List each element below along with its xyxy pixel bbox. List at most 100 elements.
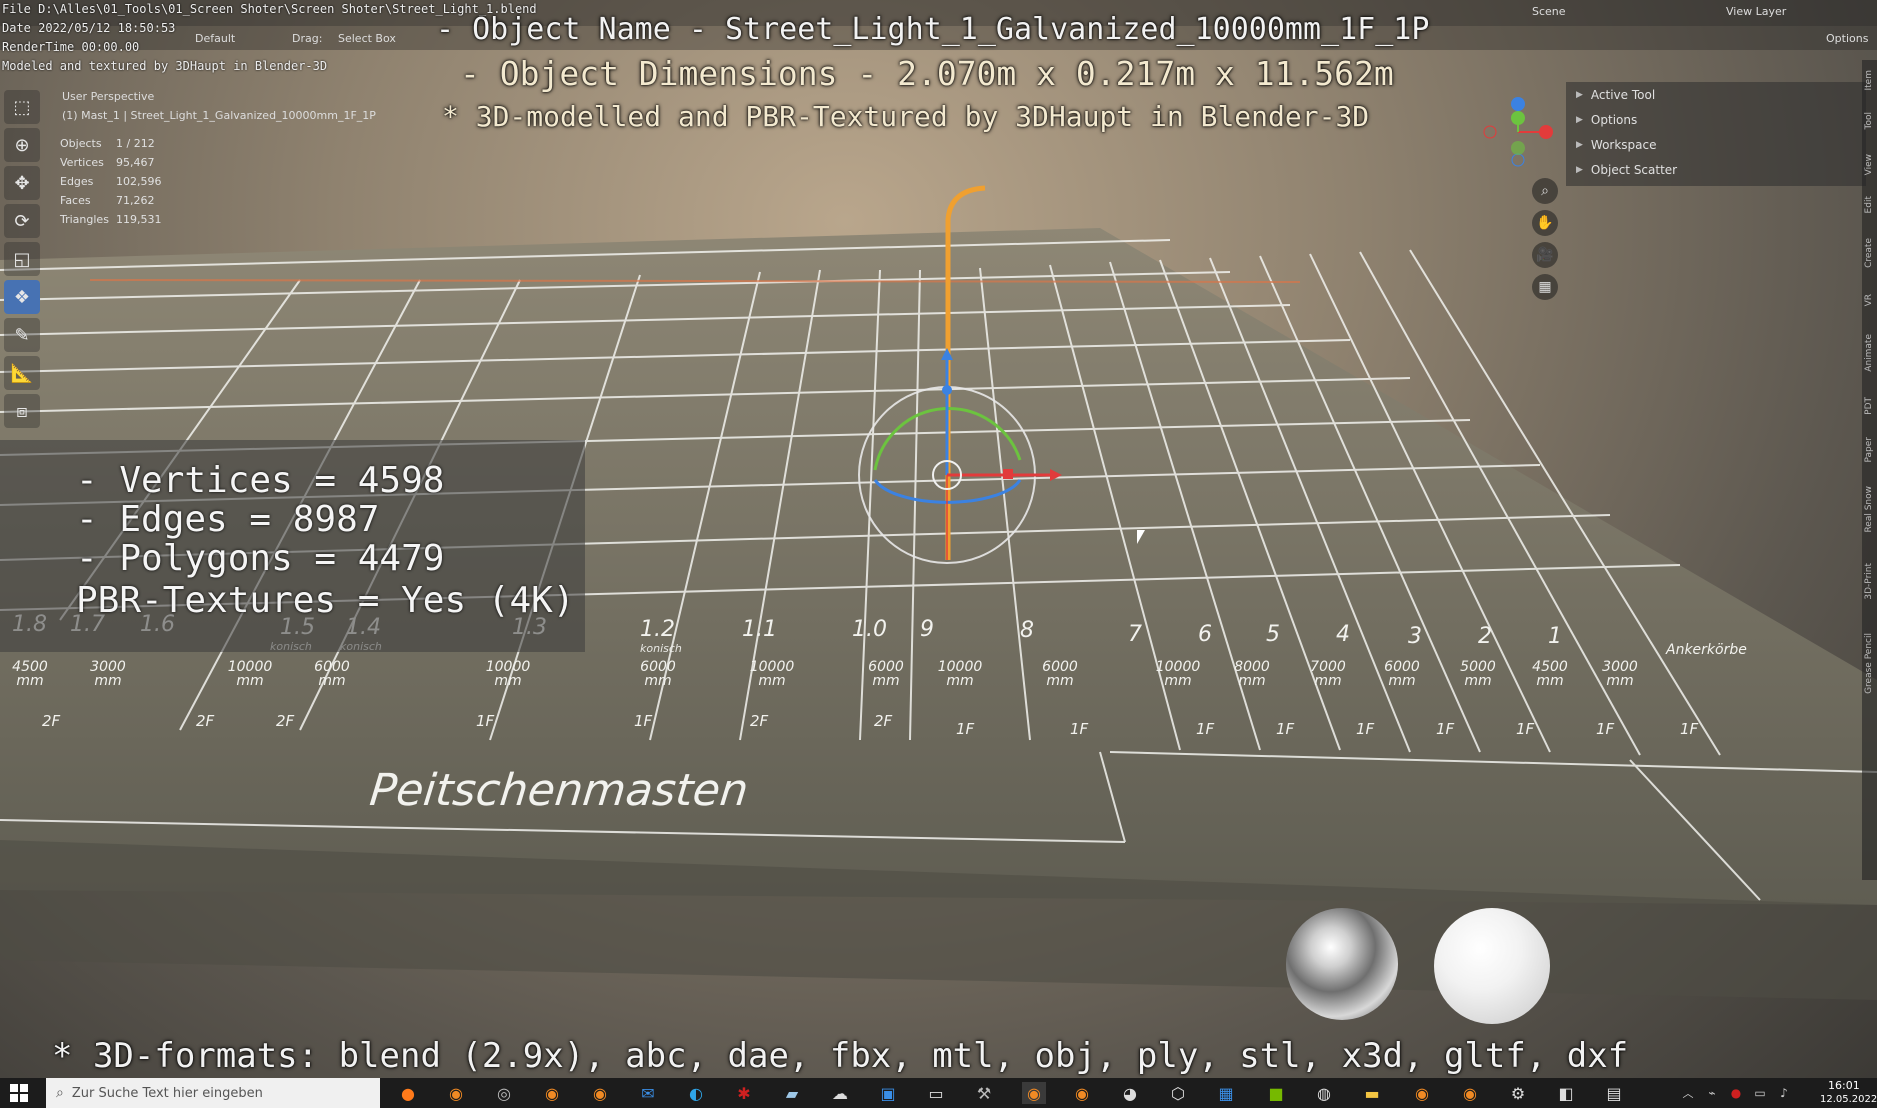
blender-icon[interactable]: ◉ bbox=[444, 1082, 468, 1104]
render-credit: Modeled and textured by 3DHaupt in Blend… bbox=[2, 59, 328, 73]
scene-selector[interactable]: Scene bbox=[1532, 5, 1566, 18]
floor-length-label: 10000 mm bbox=[227, 659, 273, 689]
floor-storey-label: 2F bbox=[42, 712, 61, 730]
folder-icon[interactable]: ▬ bbox=[1360, 1082, 1384, 1104]
tray-network-icon[interactable]: ⌁ bbox=[1700, 1082, 1724, 1104]
app-icon[interactable]: ◧ bbox=[1554, 1082, 1578, 1104]
floor-storey-label: 1F bbox=[1356, 720, 1375, 738]
app-icon[interactable]: ☁ bbox=[828, 1082, 852, 1104]
blender-icon[interactable]: ◉ bbox=[1022, 1082, 1046, 1104]
floor-length-label: 10000 mm bbox=[485, 659, 531, 689]
sidebar-tab[interactable]: Item bbox=[1864, 70, 1874, 91]
navigation-axis-gizmo[interactable] bbox=[1478, 92, 1554, 172]
app-red-icon[interactable]: ✱ bbox=[732, 1082, 756, 1104]
app-icon[interactable]: ◍ bbox=[1312, 1082, 1336, 1104]
sidebar-tab[interactable]: Tool bbox=[1864, 112, 1874, 129]
add-cube-icon[interactable]: ⧈ bbox=[4, 394, 40, 428]
measure-icon[interactable]: 📐 bbox=[4, 356, 40, 390]
blender-icon[interactable]: ◉ bbox=[1070, 1082, 1094, 1104]
sidebar-tab[interactable]: View bbox=[1864, 154, 1874, 175]
tray-chevron-icon[interactable]: ︿ bbox=[1676, 1082, 1700, 1104]
floor-konisch-label: konisch bbox=[640, 642, 682, 655]
view-layer-selector[interactable]: View Layer bbox=[1726, 5, 1786, 18]
stat-row: Triangles 119,531 bbox=[60, 213, 162, 226]
camera-icon[interactable]: 🎥 bbox=[1532, 242, 1558, 268]
sidebar-tab[interactable]: PDT bbox=[1864, 397, 1874, 415]
sidebar-tab[interactable]: Animate bbox=[1864, 334, 1874, 372]
edge-icon[interactable]: ◐ bbox=[684, 1082, 708, 1104]
panel-active-tool[interactable]: ▶ Active Tool bbox=[1566, 82, 1866, 107]
annotate-icon[interactable]: ✎ bbox=[4, 318, 40, 352]
matcap-sphere-chrome bbox=[1286, 908, 1398, 1020]
transform-orientation-dropdown[interactable]: Default bbox=[195, 32, 235, 45]
sidebar-tab[interactable]: VR bbox=[1864, 294, 1874, 306]
floor-length-label: 3000 mm bbox=[1602, 659, 1638, 689]
toolbar: ⬚ ⊕ ✥ ⟳ ◱ ❖ ✎ 📐 ⧈ bbox=[4, 90, 44, 432]
blender-icon[interactable]: ◉ bbox=[588, 1082, 612, 1104]
firefox-icon[interactable]: ● bbox=[396, 1082, 420, 1104]
app-icon[interactable]: ◎ bbox=[492, 1082, 516, 1104]
tray-app-icon[interactable]: ● bbox=[1724, 1082, 1748, 1104]
tool-icon[interactable]: ⚒ bbox=[972, 1082, 996, 1104]
sidebar-tab[interactable]: 3D-Print bbox=[1864, 563, 1874, 600]
taskbar-date[interactable]: 12.05.2022 bbox=[1820, 1094, 1877, 1105]
nvidia-icon[interactable]: ■ bbox=[1264, 1082, 1288, 1104]
overlay-credit: * 3D-modelled and PBR-Textured by 3DHaup… bbox=[442, 100, 1370, 133]
panel-object-scatter[interactable]: ▶ Object Scatter bbox=[1566, 157, 1866, 182]
floor-length-label: 10000 mm bbox=[1155, 659, 1201, 689]
floor-number-label: 1.0 bbox=[852, 617, 887, 642]
blender-icon[interactable]: ◉ bbox=[1458, 1082, 1482, 1104]
floor-length-label: 6000 mm bbox=[640, 659, 676, 689]
cube-icon[interactable]: ⬡ bbox=[1166, 1082, 1190, 1104]
panel-options[interactable]: ▶ Options bbox=[1566, 107, 1866, 132]
panda-icon[interactable]: ◕ bbox=[1118, 1082, 1142, 1104]
zoom-icon[interactable]: ⌕ bbox=[1532, 178, 1558, 204]
floor-storey-label: 2F bbox=[196, 712, 215, 730]
app-icon[interactable]: ▤ bbox=[1602, 1082, 1626, 1104]
sidebar-tab[interactable]: Create bbox=[1864, 238, 1874, 268]
grid-ortho-icon[interactable]: ▦ bbox=[1532, 274, 1558, 300]
sidebar-tab[interactable]: Paper bbox=[1864, 437, 1874, 463]
panel-workspace[interactable]: ▶ Workspace bbox=[1566, 132, 1866, 157]
notes-icon[interactable]: ▰ bbox=[780, 1082, 804, 1104]
sidebar-tab[interactable]: Grease Pencil bbox=[1864, 633, 1874, 694]
floor-storey-label: 1F bbox=[1070, 720, 1089, 738]
blender-icon[interactable]: ◉ bbox=[1410, 1082, 1434, 1104]
tray-battery-icon[interactable]: ▭ bbox=[1748, 1082, 1772, 1104]
terminal-icon[interactable]: ▭ bbox=[924, 1082, 948, 1104]
object-gizmo[interactable] bbox=[840, 180, 1080, 580]
taskbar-time[interactable]: 16:01 bbox=[1828, 1079, 1860, 1092]
select-box-icon[interactable]: ⬚ bbox=[4, 90, 40, 124]
floor-length-label: 8000 mm bbox=[1234, 659, 1270, 689]
mouse-cursor-icon bbox=[1137, 530, 1145, 544]
mesh-stats-overlay: - Vertices = 4598 - Edges = 8987 - Polyg… bbox=[0, 440, 585, 652]
blender-icon[interactable]: ◉ bbox=[540, 1082, 564, 1104]
overlay-object-dimensions: - Object Dimensions - 2.070m x 0.217m x … bbox=[460, 54, 1394, 93]
drag-select-dropdown[interactable]: Select Box bbox=[338, 32, 396, 45]
render-time: RenderTime 00:00.00 bbox=[2, 40, 140, 54]
floor-number-label: 6 bbox=[1198, 622, 1212, 647]
floor-length-label: 3000 mm bbox=[90, 659, 126, 689]
mail-icon[interactable]: ✉ bbox=[636, 1082, 660, 1104]
app-blue-icon[interactable]: ▣ bbox=[876, 1082, 900, 1104]
viewport-collection-label: (1) Mast_1 | Street_Light_1_Galvanized_1… bbox=[62, 109, 376, 122]
tray-volume-icon[interactable]: ♪ bbox=[1772, 1082, 1796, 1104]
scene-statistics: Objects 1 / 212 Vertices 95,467 Edges 102,5… bbox=[60, 137, 162, 232]
sidebar-tab[interactable]: Real Snow bbox=[1864, 486, 1874, 533]
floor-number-label: 1.2 bbox=[640, 617, 675, 642]
transform-icon[interactable]: ❖ bbox=[4, 280, 40, 314]
floor-number-label: 1 bbox=[1548, 624, 1562, 649]
rotate-icon[interactable]: ⟳ bbox=[4, 204, 40, 238]
drag-label: Drag: bbox=[292, 32, 323, 45]
pan-hand-icon[interactable]: ✋ bbox=[1532, 210, 1558, 236]
sidebar-tab[interactable]: Edit bbox=[1864, 196, 1874, 213]
move-icon[interactable]: ✥ bbox=[4, 166, 40, 200]
options-dropdown[interactable]: Options bbox=[1826, 32, 1868, 45]
floor-number-label: 8 bbox=[1020, 618, 1034, 643]
settings-icon[interactable]: ⚙ bbox=[1506, 1082, 1530, 1104]
cursor-icon[interactable]: ⊕ bbox=[4, 128, 40, 162]
calendar-icon[interactable]: ▦ bbox=[1214, 1082, 1238, 1104]
scale-icon[interactable]: ◱ bbox=[4, 242, 40, 276]
taskbar-search-input[interactable]: ⌕ Zur Suche Text hier eingeben bbox=[46, 1078, 380, 1108]
windows-start-icon[interactable] bbox=[10, 1084, 28, 1102]
